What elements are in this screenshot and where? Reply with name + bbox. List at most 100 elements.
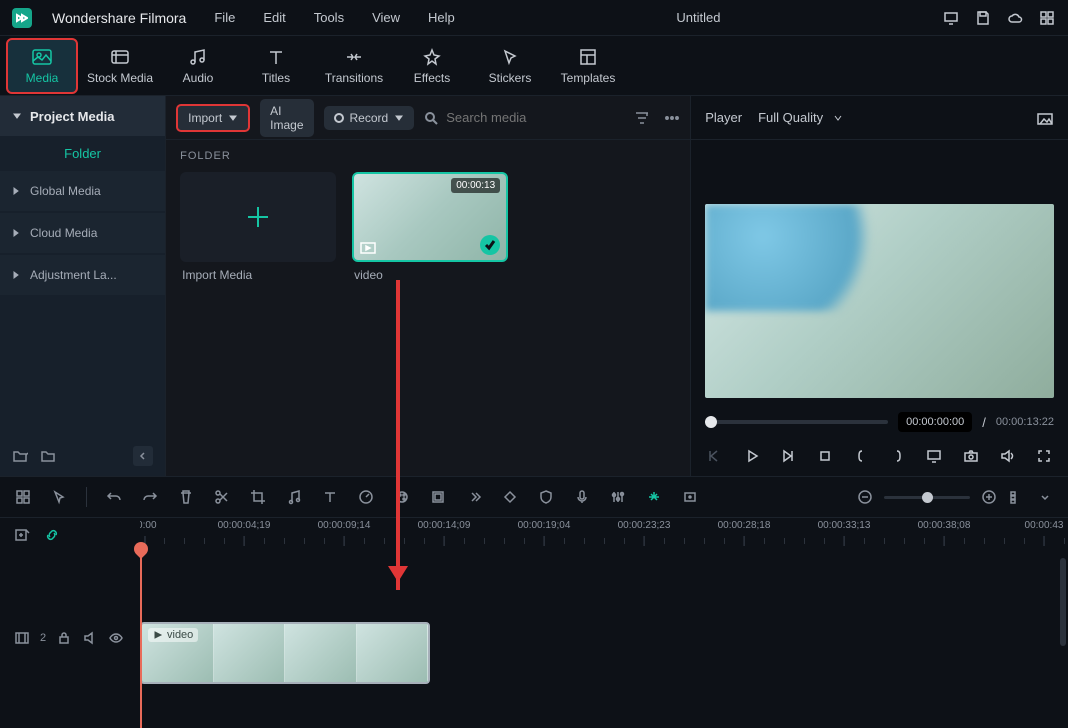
mute-icon[interactable]: [82, 630, 98, 646]
collapse-sidebar-icon[interactable]: [133, 446, 153, 466]
timeline-ruler[interactable]: 00:0000:00:04;1900:00:09;1400:00:14;0900…: [140, 518, 1068, 552]
preview-label: Player: [705, 110, 742, 125]
sidebar-header[interactable]: Project Media: [0, 96, 165, 136]
speed-icon[interactable]: [357, 488, 375, 506]
chevron-down-icon: [12, 111, 22, 121]
clip-type-icon: [360, 241, 376, 255]
mark-out-icon[interactable]: [888, 446, 908, 466]
media-clip-tile[interactable]: 00:00:13 video: [352, 172, 508, 288]
delete-icon[interactable]: [177, 488, 195, 506]
link-icon[interactable]: [44, 527, 60, 543]
app-logo: [12, 8, 32, 28]
redo-icon[interactable]: [141, 488, 159, 506]
tab-stock-media[interactable]: Stock Media: [84, 38, 156, 94]
sidebar: Project Media Folder Global Media Cloud …: [0, 96, 166, 476]
import-media-tile[interactable]: Import Media: [180, 172, 336, 288]
chevron-right-icon: [12, 229, 20, 237]
mask-icon[interactable]: [429, 488, 447, 506]
menu-file[interactable]: File: [214, 10, 235, 25]
tab-transitions[interactable]: Transitions: [318, 38, 390, 94]
view-mode-icon[interactable]: [1008, 488, 1026, 506]
zoom-out-icon[interactable]: [856, 488, 874, 506]
keyframe-icon[interactable]: [501, 488, 519, 506]
crop-icon[interactable]: [249, 488, 267, 506]
tab-effects[interactable]: Effects: [396, 38, 468, 94]
device-icon[interactable]: [942, 9, 960, 27]
sidebar-folder-label[interactable]: Folder: [0, 136, 165, 171]
sidebar-item-cloud[interactable]: Cloud Media: [0, 213, 165, 253]
search-input[interactable]: [444, 109, 624, 126]
timeline-clip[interactable]: video: [140, 622, 430, 684]
more-icon[interactable]: [664, 110, 680, 126]
video-track-header[interactable]: 2: [0, 608, 140, 668]
tab-media[interactable]: Media: [6, 38, 78, 94]
marker-icon[interactable]: [681, 488, 699, 506]
play-forward-icon[interactable]: [778, 446, 798, 466]
effects-icon: [421, 47, 443, 67]
cloud-icon[interactable]: [1006, 9, 1024, 27]
menu-edit[interactable]: Edit: [263, 10, 285, 25]
menu-help[interactable]: Help: [428, 10, 455, 25]
preview-video[interactable]: [705, 204, 1054, 398]
timeline-scrollbar[interactable]: [1060, 558, 1066, 646]
ruler-tick: 00:00:19;04: [518, 520, 571, 531]
add-track-icon[interactable]: [14, 527, 30, 543]
import-button[interactable]: Import: [176, 104, 250, 132]
preview-scrubber[interactable]: [705, 420, 888, 424]
timeline-tracks[interactable]: video: [140, 552, 1068, 728]
lock-icon[interactable]: [56, 630, 72, 646]
zoom-in-icon[interactable]: [980, 488, 998, 506]
camera-icon[interactable]: [961, 446, 981, 466]
tab-stickers[interactable]: Stickers: [474, 38, 546, 94]
text-icon[interactable]: [321, 488, 339, 506]
playhead[interactable]: [140, 552, 142, 728]
shield-icon[interactable]: [537, 488, 555, 506]
chevron-right-icon: [12, 187, 20, 195]
tab-titles[interactable]: Titles: [240, 38, 312, 94]
display-icon[interactable]: [924, 446, 944, 466]
ruler-tick: 00:00:28;18: [718, 520, 771, 531]
mixer-icon[interactable]: [609, 488, 627, 506]
save-icon[interactable]: [974, 9, 992, 27]
sidebar-item-adjustment[interactable]: Adjustment La...: [0, 255, 165, 295]
more-tools-icon[interactable]: [465, 488, 483, 506]
titles-icon: [265, 47, 287, 67]
music-icon[interactable]: [285, 488, 303, 506]
mic-icon[interactable]: [573, 488, 591, 506]
tab-templates[interactable]: Templates: [552, 38, 624, 94]
total-time: 00:00:13:22: [996, 416, 1054, 428]
quality-dropdown[interactable]: Full Quality: [758, 110, 843, 125]
cursor-icon[interactable]: [50, 488, 68, 506]
menu-view[interactable]: View: [372, 10, 400, 25]
mark-in-icon[interactable]: [851, 446, 871, 466]
new-folder-icon[interactable]: [12, 449, 28, 463]
ruler-tick: 00:00:38;08: [918, 520, 971, 531]
title-bar: Wondershare Filmora File Edit Tools View…: [0, 0, 1068, 36]
fullscreen-icon[interactable]: [1034, 446, 1054, 466]
project-title: Untitled: [475, 10, 922, 25]
stickers-icon: [499, 47, 521, 67]
app-name: Wondershare Filmora: [52, 10, 186, 26]
undo-icon[interactable]: [105, 488, 123, 506]
play-icon[interactable]: [742, 446, 762, 466]
ai-image-button[interactable]: AI Image: [260, 99, 313, 137]
tab-audio[interactable]: Audio: [162, 38, 234, 94]
zoom-slider[interactable]: [884, 496, 970, 499]
apps-icon[interactable]: [1038, 9, 1056, 27]
filter-icon[interactable]: [634, 110, 650, 126]
stop-icon[interactable]: [815, 446, 835, 466]
grid-icon[interactable]: [14, 488, 32, 506]
check-icon: [480, 235, 500, 255]
record-button[interactable]: Record: [324, 106, 415, 130]
menu-tools[interactable]: Tools: [314, 10, 344, 25]
snapshot-icon[interactable]: [1036, 110, 1054, 126]
prev-frame-icon[interactable]: [705, 446, 725, 466]
split-icon[interactable]: [213, 488, 231, 506]
sidebar-item-global[interactable]: Global Media: [0, 171, 165, 211]
templates-icon: [577, 47, 599, 67]
magnet-icon[interactable]: [645, 488, 663, 506]
chevron-down-icon[interactable]: [1036, 488, 1054, 506]
folder-icon[interactable]: [40, 449, 56, 463]
eye-icon[interactable]: [108, 630, 124, 646]
volume-icon[interactable]: [997, 446, 1017, 466]
